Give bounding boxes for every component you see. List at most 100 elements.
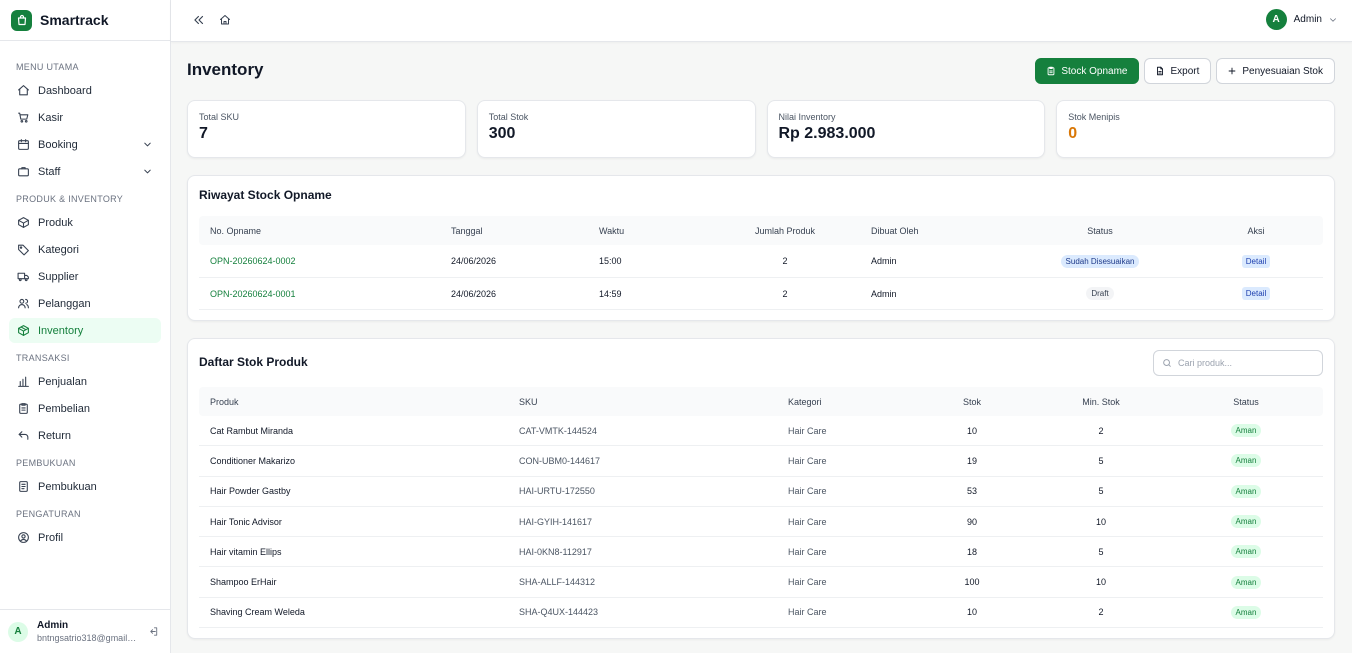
col-header-stok: Stok — [962, 396, 981, 407]
opname-status: Sudah Disesuaikan — [999, 254, 1201, 268]
stock-table-body: Cat Rambut Miranda CAT-VMTK-144524 Hair Ca… — [199, 416, 1323, 629]
sidebar-user-info: Admin bntngsatrio318@gmail.com — [37, 620, 137, 644]
sidebar-item-inventory[interactable]: Inventory — [9, 318, 161, 343]
users-icon — [18, 298, 29, 309]
collapse-sidebar-icon[interactable] — [192, 13, 206, 27]
export-button[interactable]: Export — [1144, 58, 1212, 84]
col-header-dibuat-oleh: Dibuat Oleh — [871, 225, 919, 236]
opname-number-link[interactable]: OPN-20260624-0002 — [199, 256, 440, 266]
opname-date: 24/06/2026 — [451, 288, 497, 299]
product-category: Hair Care — [788, 607, 827, 618]
brand[interactable]: Smartrack — [0, 0, 170, 41]
user-menu[interactable]: A Admin — [1265, 9, 1338, 30]
stats-row: Total SKU 7 Total Stok 300 Nilai Invento… — [187, 100, 1335, 158]
status-badge: Aman — [1230, 515, 1262, 529]
product-sku: SHA-Q4UX-144423 — [519, 607, 599, 618]
opname-product-count: 2 — [782, 288, 788, 299]
product-name: Hair vitamin Ellips — [210, 546, 282, 557]
sidebar-item-staff[interactable]: Staff — [9, 159, 161, 184]
main-content: Inventory Stock Opname Export Penyesuaia… — [171, 42, 1352, 653]
sidebar-item-label: Pembelian — [38, 402, 90, 415]
bar-chart-icon — [18, 376, 29, 387]
sidebar-item-kasir[interactable]: Kasir — [9, 105, 161, 130]
stock-opname-label: Stock Opname — [1061, 65, 1128, 77]
clipboard-icon — [19, 403, 28, 414]
sidebar-item-profil[interactable]: Profil — [9, 525, 161, 550]
sidebar-item-label: Inventory — [38, 324, 84, 337]
detail-button[interactable]: Detail — [1241, 287, 1271, 300]
chevron-down-icon[interactable] — [142, 166, 153, 177]
sidebar-item-label: Kategori — [38, 243, 79, 256]
product-name: Hair Tonic Advisor — [210, 516, 282, 527]
sidebar-item-label: Dashboard — [38, 84, 92, 97]
nav-section-pembukuan: PEMBUKUAN — [16, 458, 76, 468]
sidebar-item-pembelian[interactable]: Pembelian — [9, 396, 161, 421]
sidebar-item-booking[interactable]: Booking — [9, 132, 161, 157]
stock-table: Produk SKU Kategori Stok Min. Stok Statu… — [199, 387, 1323, 629]
clipboard-icon — [1047, 66, 1055, 76]
opname-number-link[interactable]: OPN-20260624-0001 — [199, 289, 440, 299]
sidebar-item-label: Profil — [38, 531, 64, 544]
detail-button[interactable]: Detail — [1241, 254, 1271, 268]
sidebar-item-supplier[interactable]: Supplier — [9, 264, 161, 289]
nav-section-menu-utama: MENU UTAMA — [16, 62, 79, 72]
product-search[interactable] — [1153, 350, 1323, 376]
table-row: Cat Rambut Miranda CAT-VMTK-144524 Hair Ca… — [199, 416, 1323, 447]
nav-section-transaksi: TRANSAKSI — [16, 353, 70, 363]
col-header-kategori: Kategori — [788, 396, 822, 407]
table-row: OPN-20260624-0001 24/06/2026 14:59 2 Adm… — [199, 278, 1323, 310]
sidebar-item-penjualan[interactable]: Penjualan — [9, 369, 161, 394]
col-header-sku: SKU — [519, 396, 538, 407]
stat-card-stok-menipis: Stok Menipis 0 — [1056, 100, 1335, 158]
stock-opname-button[interactable]: Stock Opname — [1035, 58, 1140, 84]
opname-created-by: Admin — [871, 288, 897, 299]
chevron-down-icon[interactable] — [142, 139, 153, 150]
product-stock: 53 — [966, 486, 977, 497]
product-category: Hair Care — [788, 486, 827, 497]
stat-label: Total Stok — [488, 112, 529, 122]
product-status: Aman — [1185, 454, 1307, 468]
home-icon[interactable] — [219, 14, 231, 26]
sidebar-item-label: Booking — [38, 138, 78, 151]
stat-label: Stok Menipis — [1068, 112, 1120, 122]
search-input[interactable] — [1178, 358, 1318, 368]
logout-icon[interactable] — [148, 626, 159, 637]
sidebar-item-kategori[interactable]: Kategori — [9, 237, 161, 262]
status-badge: Aman — [1230, 545, 1262, 559]
truck-icon — [17, 272, 29, 282]
nav-section-pengaturan: PENGATURAN — [16, 509, 81, 519]
avatar: A — [1265, 9, 1287, 30]
product-stock: 100 — [964, 577, 980, 588]
table-row: Hair Powder Gastby HAI-URTU-172550 Hair Ca… — [199, 477, 1323, 507]
sidebar-nav: MENU UTAMA Dashboard Kasir Booking Staff… — [0, 41, 170, 550]
product-category: Hair Care — [788, 425, 827, 436]
product-category: Hair Care — [788, 577, 827, 588]
sidebar-item-pembukuan[interactable]: Pembukuan — [9, 474, 161, 499]
col-header-status: Status — [1087, 225, 1113, 236]
opname-time: 14:59 — [599, 288, 622, 299]
product-status: Aman — [1185, 605, 1307, 619]
home-icon — [18, 85, 29, 96]
user-circle-icon — [18, 532, 29, 543]
product-status: Aman — [1185, 575, 1307, 589]
table-row: Shampoo ErHair SHA-ALLF-144312 Hair Care 10… — [199, 567, 1323, 598]
status-badge: Aman — [1230, 424, 1262, 438]
sidebar-item-produk[interactable]: Produk — [9, 210, 161, 235]
col-header-status: Status — [1233, 396, 1259, 407]
product-name: Cat Rambut Miranda — [210, 425, 294, 436]
table-row: Hair Tonic Advisor HAI-GYIH-141617 Hair Ca… — [199, 507, 1323, 538]
product-stock: 10 — [966, 425, 977, 436]
calendar-icon — [18, 139, 29, 150]
table-row: Hair vitamin Ellips HAI-0KN8-112917 Hair C… — [199, 537, 1323, 568]
sidebar-item-return[interactable]: Return — [9, 423, 161, 448]
sidebar-item-pelanggan[interactable]: Pelanggan — [9, 291, 161, 316]
col-header-produk: Produk — [210, 396, 239, 407]
avatar: A — [8, 621, 28, 642]
sidebar-user-email: bntngsatrio318@gmail.com — [37, 632, 137, 643]
opname-history-title: Riwayat Stock Opname — [199, 188, 332, 202]
sidebar-item-label: Pelanggan — [38, 297, 91, 310]
penyesuaian-stok-button[interactable]: Penyesuaian Stok — [1216, 58, 1335, 84]
sidebar-item-dashboard[interactable]: Dashboard — [9, 78, 161, 103]
status-badge: Draft — [1086, 287, 1114, 300]
page-actions: Stock Opname Export Penyesuaian Stok — [1030, 58, 1335, 84]
